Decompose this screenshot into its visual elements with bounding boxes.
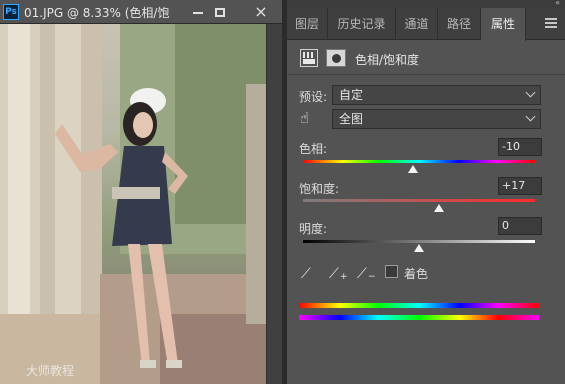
pillar-right: [246, 84, 266, 324]
photoshop-workspace: Ps 01.JPG @ 8.33% (色相/饱 × 大师教程 « 图层 历史记录…: [0, 0, 565, 384]
preset-select[interactable]: 自定: [332, 85, 541, 105]
colorize-checkbox[interactable]: [385, 265, 398, 278]
chevron-down-icon: [525, 87, 536, 98]
document-title-bar[interactable]: Ps 01.JPG @ 8.33% (色相/饱 ×: [0, 0, 282, 24]
lightness-value-input[interactable]: 0: [498, 217, 542, 235]
maximize-icon: [215, 8, 225, 17]
document-window: Ps 01.JPG @ 8.33% (色相/饱 × 大师教程: [0, 0, 282, 384]
chevron-down-icon: [525, 111, 536, 122]
lightness-slider-track[interactable]: [303, 240, 535, 243]
collapse-icon[interactable]: «: [555, 0, 560, 7]
properties-panel: « 图层 历史记录 通道 路径 属性 色相/饱和度 预设: 自定 ☝ 全图 色相…: [287, 0, 565, 384]
maximize-button[interactable]: [209, 3, 231, 21]
eyedropper-icon[interactable]: ⟋: [301, 266, 317, 282]
saturation-label: 饱和度:: [299, 182, 340, 196]
image-canvas[interactable]: 大师教程: [0, 24, 266, 384]
tab-layers[interactable]: 图层: [287, 8, 328, 40]
on-image-adjustment-hand-icon[interactable]: ☝: [300, 109, 318, 129]
tab-channels[interactable]: 通道: [396, 8, 438, 40]
input-color-bar: [299, 303, 539, 308]
minimize-icon: [193, 11, 203, 14]
saturation-slider-track[interactable]: [303, 199, 535, 202]
saturation-slider-thumb[interactable]: [433, 204, 444, 212]
hue-value-input[interactable]: -10: [498, 138, 542, 156]
channel-value: 全图: [339, 112, 364, 126]
tab-history[interactable]: 历史记录: [328, 8, 396, 40]
eyedropper-subtract-icon[interactable]: ⟋ −: [357, 266, 376, 282]
adjustment-title: 色相/饱和度: [355, 53, 420, 67]
hue-slider-track[interactable]: [303, 160, 535, 163]
tab-properties[interactable]: 属性: [481, 8, 526, 41]
hue-slider-thumb[interactable]: [407, 165, 418, 173]
vertical-scrollbar[interactable]: [266, 24, 282, 384]
colorize-label: 着色: [404, 267, 429, 281]
panel-collapse-bar[interactable]: «: [287, 0, 565, 8]
watermark-text: 大师教程: [26, 364, 75, 378]
layer-mask-icon[interactable]: [326, 49, 346, 67]
left-shoe: [140, 360, 156, 368]
tab-paths[interactable]: 路径: [438, 8, 481, 40]
preset-label: 预设:: [299, 90, 328, 104]
hue-saturation-adjustment-icon[interactable]: [300, 49, 318, 67]
panel-tabs: 图层 历史记录 通道 路径 属性: [287, 8, 565, 41]
document-title: 01.JPG @ 8.33% (色相/饱: [24, 6, 170, 20]
close-icon: ×: [254, 2, 268, 21]
saturation-value-input[interactable]: +17: [498, 177, 542, 195]
adjustment-header: 色相/饱和度: [287, 41, 565, 75]
output-color-bar: [299, 315, 539, 320]
hue-label: 色相:: [299, 142, 328, 156]
lightness-slider-thumb[interactable]: [414, 244, 424, 252]
right-shoe: [166, 360, 182, 368]
belt: [112, 187, 160, 199]
pillar-middle-highlight: [55, 24, 81, 324]
lightness-label: 明度:: [299, 222, 328, 236]
photo-content: [0, 24, 266, 384]
close-button[interactable]: ×: [250, 3, 272, 21]
minimize-button[interactable]: [187, 3, 209, 21]
channel-select[interactable]: 全图: [332, 109, 541, 129]
face: [133, 112, 153, 138]
photoshop-logo-icon: Ps: [3, 4, 19, 20]
preset-value: 自定: [339, 88, 364, 102]
eyedropper-add-icon[interactable]: ⟋ +: [329, 266, 348, 282]
hamburger-menu-icon[interactable]: [545, 18, 557, 28]
